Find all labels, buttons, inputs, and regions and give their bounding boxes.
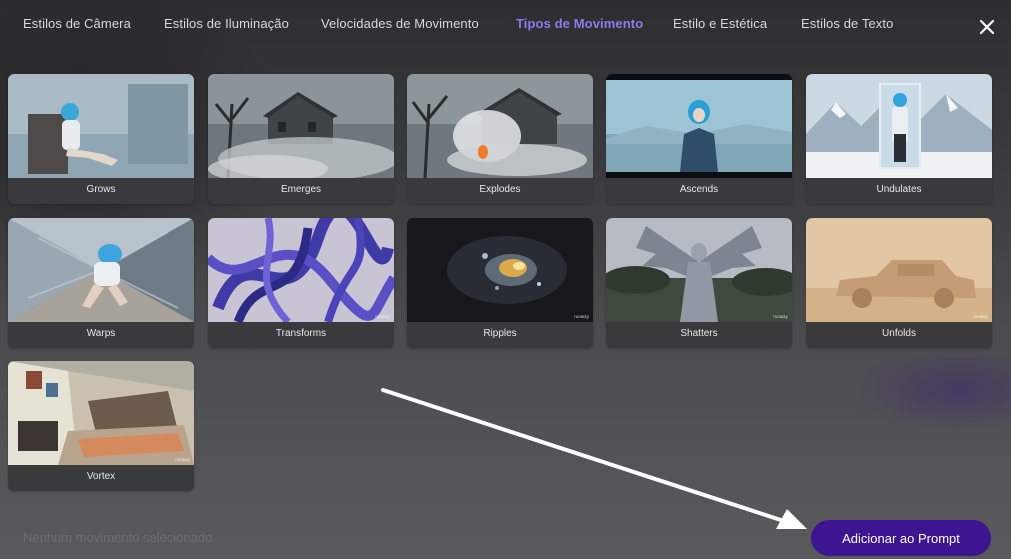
tab-lighting-styles[interactable]: Estilos de Iluminação <box>164 16 289 31</box>
add-to-prompt-button[interactable]: Adicionar ao Prompt <box>811 520 991 556</box>
motion-label: Explodes <box>479 184 521 195</box>
motion-label: Undulates <box>876 184 922 195</box>
motion-label: Unfolds <box>882 328 916 339</box>
motion-card-undulates[interactable]: Undulates <box>806 74 992 204</box>
motion-label: Ascends <box>679 184 719 195</box>
motion-thumbnail <box>606 74 792 178</box>
selection-status: Nenhum movimento selecionado <box>23 530 213 545</box>
motion-card-vortex[interactable]: runway Vortex <box>8 361 194 491</box>
motion-label: Transforms <box>275 328 327 339</box>
watermark-logo: runway <box>973 314 988 319</box>
tab-text-styles[interactable]: Estilos de Texto <box>801 16 893 31</box>
motion-thumbnail <box>8 74 194 178</box>
motion-card-ripples[interactable]: runway Ripples <box>407 218 593 348</box>
tab-style-aesthetic[interactable]: Estilo e Estética <box>673 16 767 31</box>
motion-card-explodes[interactable]: Explodes <box>407 74 593 204</box>
motion-thumbnail: runway <box>606 218 792 322</box>
close-icon[interactable] <box>976 16 998 38</box>
watermark-logo: runway <box>773 314 788 319</box>
motion-label: Ripples <box>483 328 517 339</box>
motion-label: Vortex <box>86 471 116 482</box>
motion-label: Emerges <box>280 184 321 195</box>
category-tabs: Estilos de Câmera Estilos de Iluminação … <box>0 0 1011 50</box>
motion-card-transforms[interactable]: runway Transforms <box>208 218 394 348</box>
motion-card-warps[interactable]: Warps <box>8 218 194 348</box>
motion-label: Grows <box>86 184 116 195</box>
watermark-logo: runway <box>175 457 190 462</box>
motion-label: Shatters <box>680 328 718 339</box>
motion-thumbnail: runway <box>407 218 593 322</box>
motion-thumbnail: runway <box>806 218 992 322</box>
motion-label: Warps <box>86 328 116 339</box>
tab-motion-speeds[interactable]: Velocidades de Movimento <box>321 16 479 31</box>
motion-thumbnail <box>806 74 992 178</box>
motion-card-emerges[interactable]: Emerges <box>208 74 394 204</box>
motion-thumbnail <box>208 74 394 178</box>
watermark-logo: runway <box>574 314 589 319</box>
motion-thumbnail <box>407 74 593 178</box>
motion-thumbnail <box>8 218 194 322</box>
motion-thumbnail: runway <box>208 218 394 322</box>
motion-card-ascends[interactable]: Ascends <box>606 74 792 204</box>
watermark-logo: runway <box>375 314 390 319</box>
motion-card-shatters[interactable]: runway Shatters <box>606 218 792 348</box>
motion-card-grows[interactable]: Grows <box>8 74 194 204</box>
tab-motion-types[interactable]: Tipos de Movimento <box>516 16 643 31</box>
motion-thumbnail: runway <box>8 361 194 465</box>
tab-camera-styles[interactable]: Estilos de Câmera <box>23 16 131 31</box>
motion-card-unfolds[interactable]: runway Unfolds <box>806 218 992 348</box>
